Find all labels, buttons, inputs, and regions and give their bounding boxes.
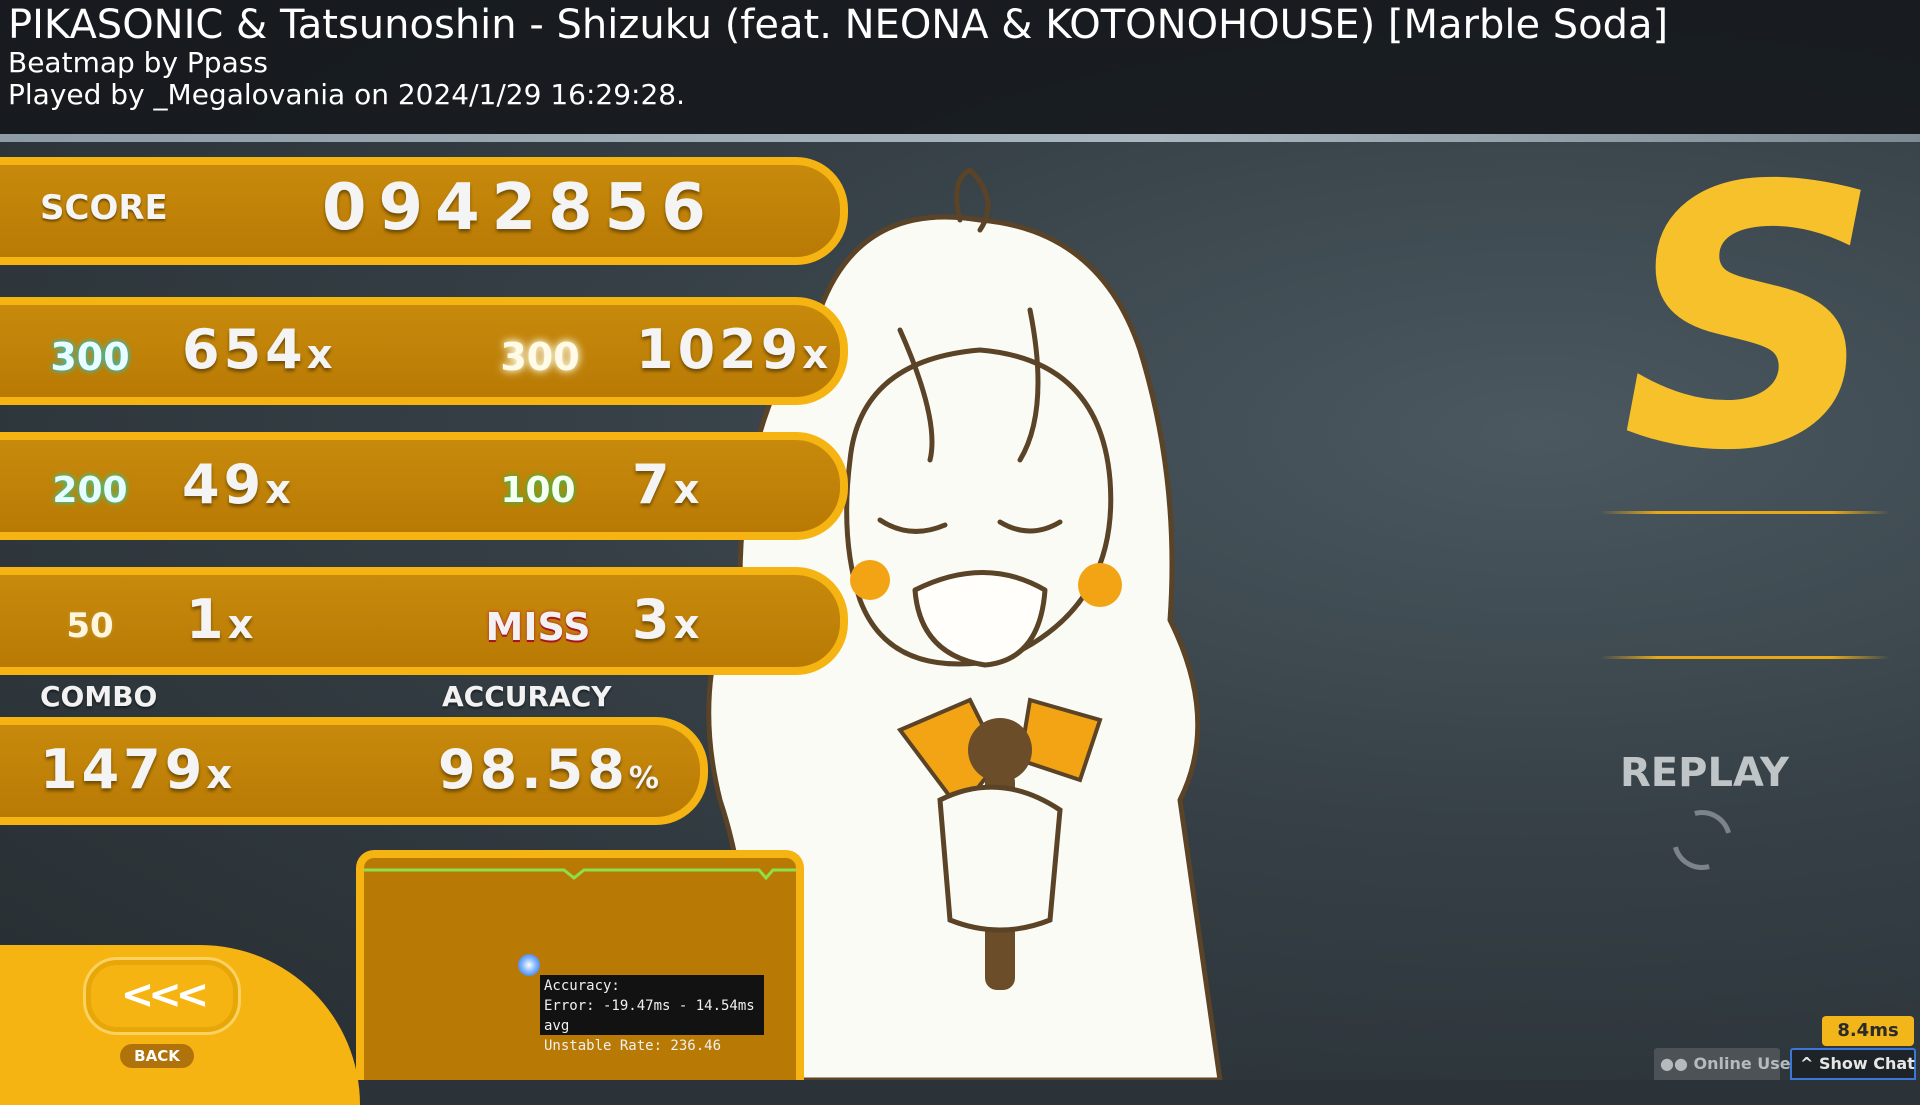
rank-divider-bottom bbox=[1600, 656, 1890, 659]
hit-geki-icon: 300 bbox=[500, 335, 580, 379]
hit-200-icon: 200 bbox=[52, 470, 128, 511]
hit-300-count: 654x bbox=[182, 318, 333, 381]
rank-grade: S bbox=[1621, 110, 1881, 529]
score-value: 0942856 bbox=[322, 171, 718, 245]
frametime-badge: 8.4ms bbox=[1822, 1016, 1914, 1046]
back-button[interactable]: <<< bbox=[86, 960, 238, 1032]
hit-50-count: 1x bbox=[186, 588, 254, 651]
show-chat-label: Show Chat bbox=[1818, 1054, 1915, 1073]
song-title: PIKASONIC & Tatsunoshin - Shizuku (feat.… bbox=[8, 2, 1669, 48]
users-icon: ●● bbox=[1660, 1054, 1688, 1073]
miss-count: 3x bbox=[632, 588, 700, 651]
chevron-up-icon: ^ bbox=[1800, 1054, 1814, 1073]
online-users-button[interactable]: ●● Online Users bbox=[1654, 1048, 1808, 1080]
replay-label[interactable]: REPLAY bbox=[1620, 750, 1789, 796]
hit-200-count: 49x bbox=[182, 453, 291, 516]
miss-icon: MISS bbox=[485, 605, 591, 649]
tooltip-unstable-rate: Unstable Rate: 236.46 bbox=[544, 1038, 722, 1054]
hit-100-count: 7x bbox=[632, 453, 700, 516]
hit-geki-count: 1029x bbox=[636, 318, 829, 381]
graph-cursor-dot[interactable] bbox=[518, 954, 540, 976]
tooltip-error: Error: -19.47ms - 14.54ms avg bbox=[544, 998, 755, 1034]
hit-100-icon: 100 bbox=[500, 470, 576, 511]
accuracy-label: ACCURACY bbox=[442, 680, 612, 713]
hit-300-icon: 300 bbox=[50, 335, 130, 379]
beatmap-creator: Beatmap by Ppass bbox=[8, 46, 268, 79]
show-chat-button[interactable]: ^ Show Chat bbox=[1790, 1048, 1916, 1080]
score-label: SCORE bbox=[40, 188, 168, 228]
played-info: Played by _Megalovania on 2024/1/29 16:2… bbox=[8, 78, 685, 111]
hit-50-icon: 50 bbox=[66, 606, 114, 646]
accuracy-tooltip: Accuracy: Error: -19.47ms - 14.54ms avg … bbox=[540, 975, 764, 1054]
hp-graph-line bbox=[364, 868, 796, 881]
combo-label: COMBO bbox=[40, 680, 158, 713]
combo-value: 1479x bbox=[40, 738, 233, 801]
accuracy-value: 98.58% bbox=[438, 738, 659, 801]
back-label[interactable]: BACK bbox=[120, 1044, 194, 1068]
rank-divider-top bbox=[1600, 511, 1890, 514]
tooltip-title: Accuracy: bbox=[544, 978, 620, 994]
